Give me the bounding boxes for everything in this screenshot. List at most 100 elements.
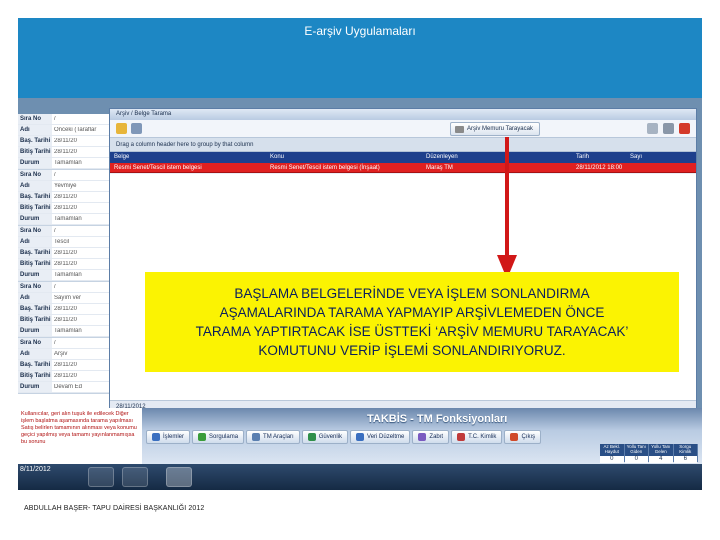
stat-cell: Sorgu Kimlik 6 <box>673 444 698 463</box>
cell-belge: Resmi Senet/Tescil istem belgesi <box>114 165 202 171</box>
record-block[interactable]: Sıra No / Adı Sayım ver Baş. Tarihi 28/11/20 B… <box>18 282 113 338</box>
attach-icon[interactable] <box>647 123 658 134</box>
record-key: Adı <box>18 349 52 359</box>
menu-item-icon <box>307 433 316 441</box>
record-value: 28/11/20 <box>54 250 77 256</box>
menu-item-label: Güvenlik <box>318 434 343 440</box>
record-value: / <box>54 228 56 234</box>
record-row: Bitiş Tarihi 28/11/20 <box>18 315 113 326</box>
group-by-bar: Drag a column header here to group by th… <box>110 138 696 152</box>
close-icon[interactable] <box>679 123 690 134</box>
record-key: Durum <box>18 158 52 168</box>
record-value: 28/11/20 <box>54 149 77 155</box>
menu-item-icon <box>356 433 365 441</box>
record-value: 28/11/20 <box>54 317 77 323</box>
folder-icon[interactable] <box>116 123 127 134</box>
column-belge[interactable]: Belge <box>110 152 266 163</box>
record-row: Adı Önceki (Taraflar <box>18 125 113 136</box>
record-block[interactable]: Sıra No / Adı Arşiv Baş. Tarihi 28/11/20 Bitiş… <box>18 338 113 394</box>
stat-cell: Yollu Tanı Giden 0 <box>624 444 649 463</box>
takbis-menu-item[interactable]: TM Araçları <box>246 430 300 444</box>
window-title: Arşiv / Belge Tarama <box>110 109 696 120</box>
record-key: Baş. Tarihi <box>18 248 52 258</box>
record-block[interactable]: Sıra No / Adı Önceki (Taraflar Baş. Tarihi 28… <box>18 114 113 170</box>
cell-konu: Resmi Senet/Tescil istem belgesi (İnşaat… <box>270 165 380 171</box>
menu-item-label: Zabıt <box>429 434 444 440</box>
record-key: Baş. Tarihi <box>18 304 52 314</box>
takbis-menu-item[interactable]: Güvenlik <box>301 430 349 444</box>
record-key: Baş. Tarihi <box>18 360 52 370</box>
record-key: Adı <box>18 237 52 247</box>
takbis-menu-item[interactable]: Sorgulama <box>192 430 245 444</box>
record-row: Durum Tamamlan <box>18 270 113 281</box>
takbis-menu-item[interactable]: T.C. Kimlik <box>451 430 503 444</box>
stat-value: 0 <box>624 456 648 463</box>
record-row: Sıra No / <box>18 114 113 125</box>
record-value: / <box>54 116 56 122</box>
record-value: Arşiv <box>54 351 68 357</box>
takbis-menu-item[interactable]: İşlemler <box>146 430 191 444</box>
menu-item-icon <box>457 433 466 441</box>
record-row: Durum Tamamlan <box>18 326 113 337</box>
record-key: Adı <box>18 181 52 191</box>
column-sayi[interactable]: Sayı <box>626 152 696 163</box>
menu-item-icon <box>252 433 261 441</box>
record-key: Sıra No <box>18 338 52 348</box>
record-row: Sıra No / <box>18 170 113 181</box>
record-row: Durum Tamamlan <box>18 214 113 225</box>
record-row: Baş. Tarihi 28/11/20 <box>18 136 113 147</box>
menu-item-label: Veri Düzeltme <box>367 434 405 440</box>
record-row: Sıra No / <box>18 226 113 237</box>
arrow-down-icon <box>497 137 517 279</box>
record-key: Durum <box>18 270 52 280</box>
column-konu[interactable]: Konu <box>266 152 422 163</box>
explorer-taskbar-button[interactable] <box>88 467 114 487</box>
ie-taskbar-button[interactable] <box>122 467 148 487</box>
record-row: Sıra No / <box>18 282 113 293</box>
callout-line-2: AŞAMALARINDA TARAMA YAPMAYIP ARŞİVLEMEDE… <box>219 305 605 320</box>
stat-value: 0 <box>600 456 624 463</box>
table-row-selected[interactable]: Resmi Senet/Tescil istem belgesi Resmi S… <box>110 163 696 173</box>
title-band: E-arşiv Uygulamaları <box>18 18 702 100</box>
record-key: Baş. Tarihi <box>18 192 52 202</box>
takbis-menu-item[interactable]: Zabıt <box>412 430 450 444</box>
record-value: / <box>54 172 56 178</box>
print-icon[interactable] <box>663 123 674 134</box>
windows-taskbar: 8/11/2012 <box>18 464 702 490</box>
menu-item-label: İşlemler <box>163 434 185 440</box>
takbis-menu-item[interactable]: Veri Düzeltme <box>350 430 411 444</box>
record-row: Bitiş Tarihi 28/11/20 <box>18 147 113 158</box>
menu-item-icon <box>152 433 160 441</box>
callout-line-1: BAŞLAMA BELGELERİNDE VEYA İŞLEM SONLANDI… <box>234 286 590 301</box>
record-value: / <box>54 340 56 346</box>
record-value: 28/11/20 <box>54 194 77 200</box>
record-value: 28/11/20 <box>54 373 77 379</box>
callout-line-3: TARAMA YAPTIRTACAK İSE ÜSTTEKİ ‘ARŞİV ME… <box>195 324 629 339</box>
grid-header: Belge Konu Düzenleyen Tarih Sayı <box>110 152 696 163</box>
grid-view-icon[interactable] <box>131 123 142 134</box>
record-key: Durum <box>18 326 52 336</box>
cell-sayi <box>626 163 696 172</box>
stat-value: 4 <box>649 456 673 463</box>
record-value: / <box>54 284 56 290</box>
record-block[interactable]: Sıra No / Adı Tescil Baş. Tarihi 28/11/20 Biti… <box>18 226 113 282</box>
arsiv-memuru-tarayacak-button[interactable]: Arşiv Memuru Tarayacak <box>450 122 540 136</box>
takbis-taskbar-button[interactable] <box>166 467 192 487</box>
window-toolbar: Arşiv Memuru Tarayacak <box>110 120 696 138</box>
record-key: Sıra No <box>18 282 52 292</box>
menu-item-label: T.C. Kimlik <box>468 434 497 440</box>
scanner-icon <box>455 125 464 133</box>
record-row: Adı Tescil <box>18 237 113 248</box>
record-row: Bitiş Tarihi 28/11/20 <box>18 371 113 382</box>
stat-label: Az Bekl. Haydut <box>603 444 620 454</box>
record-value: Tamamlan <box>54 160 82 166</box>
instruction-callout: BAŞLAMA BELGELERİNDE VEYA İŞLEM SONLANDI… <box>145 272 679 372</box>
record-value: 28/11/20 <box>54 138 77 144</box>
record-key: Bitiş Tarihi <box>18 371 52 381</box>
takbis-menu-item[interactable]: Çıkış <box>504 430 542 444</box>
record-block[interactable]: Sıra No / Adı Yevmiye Baş. Tarihi 28/11/20 Bit… <box>18 170 113 226</box>
record-key: Sıra No <box>18 114 52 124</box>
takbis-functions-bar: TAKBİS - TM Fonksiyonları İşlemler Sorgul… <box>142 408 702 464</box>
takbis-menu: İşlemler Sorgulama TM Araçları Güvenlik Veri… <box>146 430 542 444</box>
column-tarih[interactable]: Tarih <box>572 152 626 163</box>
